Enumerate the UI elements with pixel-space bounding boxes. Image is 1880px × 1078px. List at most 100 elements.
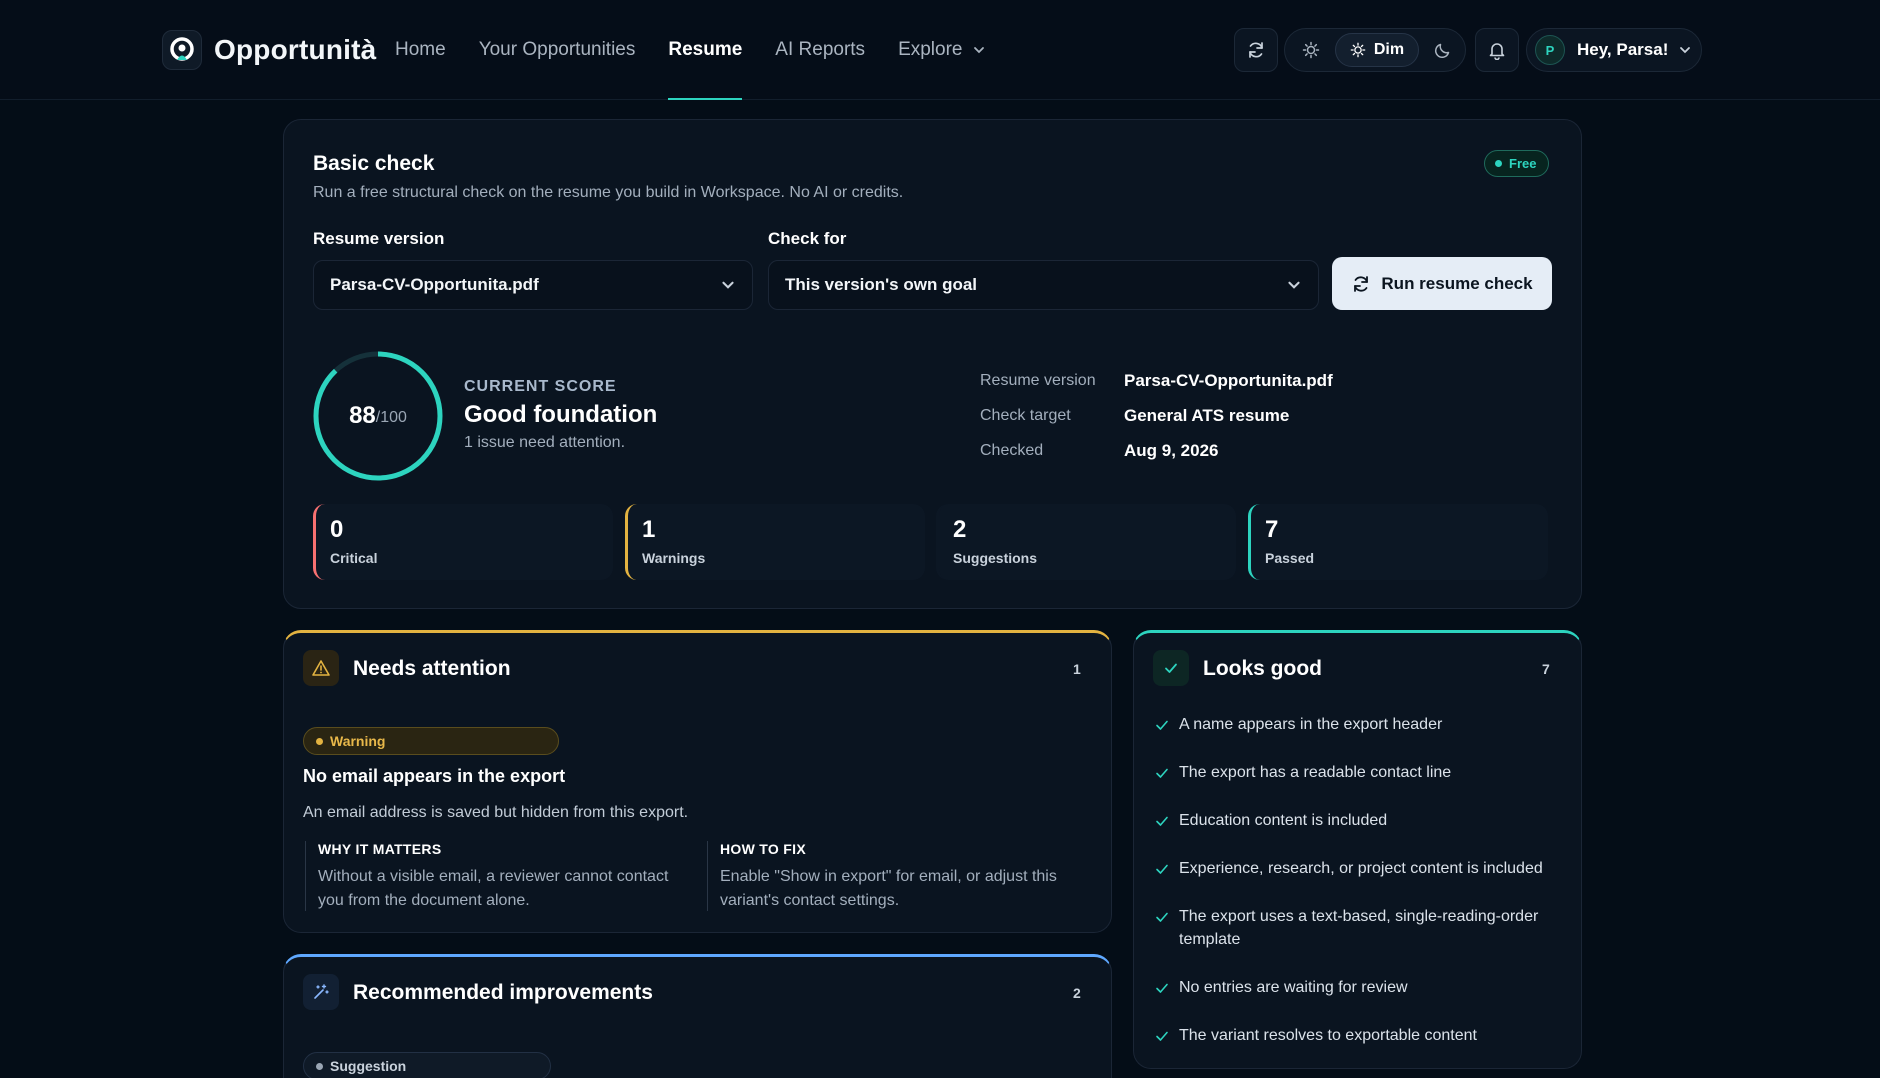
score-max: /100: [375, 409, 407, 426]
stat-passed-count: 7: [1265, 516, 1279, 543]
theme-dim-label: Dim: [1373, 41, 1405, 58]
badge-dot-icon: [1495, 160, 1502, 167]
chevron-down-icon: [1288, 281, 1300, 289]
stat-warnings-label: Warnings: [642, 550, 706, 566]
suggestion-tag-label: Suggestion: [330, 1058, 407, 1074]
warning-tag-label: Warning: [330, 733, 386, 749]
run-resume-check-button[interactable]: Run resume check: [1332, 257, 1552, 310]
nav-your-opportunities[interactable]: Your Opportunities: [479, 0, 636, 100]
stat-passed: 7 Passed: [1248, 504, 1548, 580]
nav-resume[interactable]: Resume: [668, 0, 742, 100]
looks-good-title: Looks good: [1203, 657, 1322, 680]
theme-dim-option[interactable]: Dim: [1335, 33, 1419, 67]
stat-critical-count: 0: [330, 516, 344, 543]
meta-checked-label: Checked: [980, 442, 1044, 459]
recommended-improvements-card: Recommended improvements 2 Suggestion: [283, 954, 1112, 1078]
nav-your-opportunities-label: Your Opportunities: [478, 39, 636, 60]
sparkles-icon: [303, 974, 339, 1010]
resume-version-label: Resume version: [313, 229, 445, 248]
refresh-icon: [1354, 275, 1369, 292]
check-icon: [1156, 720, 1168, 730]
tag-dot-icon: [316, 1062, 323, 1070]
how-to-fix-heading: HOW TO FIX: [720, 841, 806, 857]
user-greeting: Hey, Parsa!: [1577, 40, 1669, 59]
nav-explore[interactable]: Explore: [898, 0, 986, 100]
list-item-text: The export uses a text-based, single-rea…: [1179, 908, 1539, 948]
sun-dim-icon: [1350, 42, 1366, 58]
why-it-matters-body: Without a visible email, a reviewer cann…: [318, 868, 669, 909]
stat-warnings: 1 Warnings: [625, 504, 925, 580]
notifications-button[interactable]: [1475, 28, 1519, 72]
why-it-matters-heading: WHY IT MATTERS: [318, 841, 442, 857]
run-resume-check-label: Run resume check: [1381, 273, 1533, 293]
resume-version-select[interactable]: Parsa-CV-Opportunita.pdf: [313, 260, 753, 310]
list-item: The export has a readable contact line: [1155, 761, 1565, 784]
basic-check-title: Basic check: [313, 152, 435, 175]
list-item: Experience, research, or project content…: [1155, 857, 1565, 880]
refresh-button[interactable]: [1234, 28, 1278, 72]
meta-check-target-label: Check target: [980, 407, 1071, 424]
list-item-text: Education content is included: [1179, 812, 1388, 829]
check-icon: [1153, 650, 1189, 686]
free-badge-label: Free: [1509, 156, 1537, 171]
stat-critical: 0 Critical: [313, 504, 613, 580]
issue-description: An email address is saved but hidden fro…: [303, 804, 689, 821]
passed-checks-list: A name appears in the export header The …: [1155, 713, 1565, 1072]
check-for-label: Check for: [768, 229, 847, 248]
theme-dark-option[interactable]: [1425, 33, 1461, 67]
basic-check-card: Basic check Run a free structural check …: [283, 119, 1582, 609]
resume-version-value: Parsa-CV-Opportunita.pdf: [330, 275, 539, 294]
suggestion-tag: Suggestion: [303, 1052, 551, 1078]
meta-check-target-value: General ATS resume: [1124, 406, 1290, 425]
chevron-down-icon: [722, 281, 734, 289]
brand-logo[interactable]: Opportunità: [162, 30, 376, 70]
nav-home-label: Home: [395, 39, 446, 60]
chevron-down-icon: [974, 47, 985, 54]
nav-resume-label: Resume: [668, 39, 743, 60]
moon-icon: [1434, 43, 1450, 59]
looks-good-count: 7: [1542, 661, 1550, 677]
check-icon: [1156, 864, 1168, 874]
stat-suggestions-label: Suggestions: [953, 550, 1038, 566]
check-icon: [1156, 768, 1168, 778]
needs-attention-count: 1: [1073, 661, 1081, 677]
check-icon: [1156, 983, 1168, 993]
stat-critical-label: Critical: [330, 550, 378, 566]
score-headline: Good foundation: [464, 401, 658, 428]
score-number: 88: [349, 402, 376, 429]
meta-resume-version-value: Parsa-CV-Opportunita.pdf: [1124, 371, 1333, 390]
needs-attention-title: Needs attention: [353, 657, 511, 680]
free-badge: Free: [1484, 150, 1550, 177]
list-item: A name appears in the export header: [1155, 713, 1565, 736]
list-item: No entries are waiting for review: [1155, 976, 1565, 999]
check-icon: [1156, 816, 1168, 826]
stat-suggestions-count: 2: [953, 516, 967, 543]
nav-ai-reports-label: AI Reports: [775, 39, 866, 60]
refresh-icon: [1249, 42, 1263, 58]
brand-mark-icon: [162, 30, 202, 70]
issue-title: No email appears in the export: [303, 766, 566, 786]
list-item-text: The export has a readable contact line: [1179, 764, 1452, 781]
nav-ai-reports[interactable]: AI Reports: [775, 0, 865, 100]
check-for-select[interactable]: This version's own goal: [768, 260, 1319, 310]
score-gauge: 88/100: [312, 350, 444, 482]
check-icon: [1156, 1031, 1168, 1041]
list-item: Education content is included: [1155, 809, 1565, 832]
brand-name: Opportunità: [214, 34, 377, 65]
stat-suggestions: 2 Suggestions: [936, 504, 1236, 580]
stat-warnings-count: 1: [642, 516, 656, 543]
list-item: The variant resolves to exportable conte…: [1155, 1024, 1565, 1047]
list-item-text: Experience, research, or project content…: [1179, 860, 1543, 877]
meta-checked-value: Aug 9, 2026: [1124, 441, 1219, 460]
score-note: 1 issue need attention.: [464, 434, 626, 451]
tag-dot-icon: [316, 737, 323, 745]
nav-home[interactable]: Home: [395, 0, 446, 100]
basic-check-subtitle: Run a free structural check on the resum…: [313, 184, 904, 201]
current-score-label: CURRENT SCORE: [464, 378, 617, 395]
recommended-count: 2: [1073, 985, 1081, 1001]
avatar: P: [1535, 35, 1565, 65]
how-to-fix-body: Enable "Show in export" for email, or ad…: [720, 868, 1057, 909]
score-value: 88/100: [312, 350, 444, 482]
theme-light-option[interactable]: [1293, 33, 1329, 67]
user-menu[interactable]: P Hey, Parsa!: [1526, 28, 1702, 72]
